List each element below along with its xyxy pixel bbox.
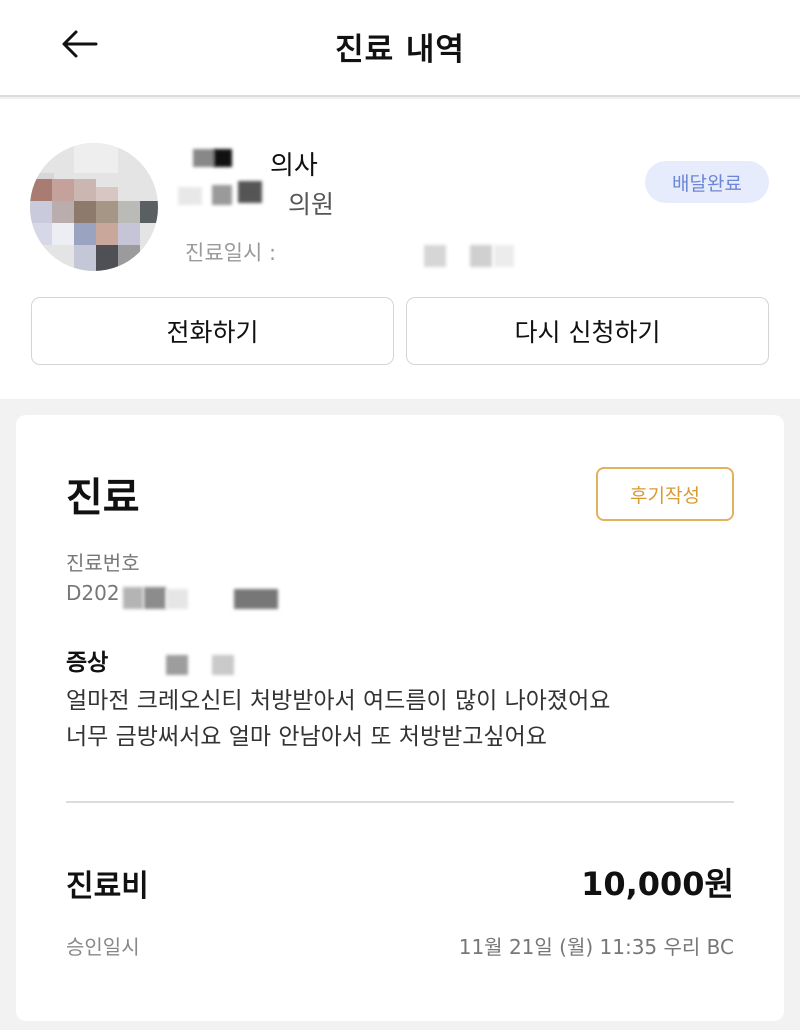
consultation-title: 진료 [66, 475, 140, 521]
redacted-doctor-name [214, 149, 232, 167]
redacted-clinic-name [238, 181, 262, 203]
consultation-card: 진료 후기작성 진료번호 D202 증상 얼마전 크레오신티 처방받아서 여드름… [16, 415, 784, 1021]
doctor-avatar [30, 143, 158, 271]
redacted-date [470, 245, 492, 267]
symptom-label: 증상 [66, 650, 109, 676]
fee-amount: 10,000원 [581, 865, 734, 903]
fee-label: 진료비 [66, 869, 149, 904]
redacted-symptom [166, 655, 188, 675]
doctor-section: 의사 의원 진료일시 : 배달완료 전화하기 다시 신청하기 [0, 99, 800, 399]
redacted-date [424, 245, 446, 267]
status-badge: 배달완료 [645, 161, 769, 203]
redacted-clinic-name [212, 185, 232, 205]
redacted-doctor-name [193, 149, 215, 167]
divider [66, 801, 734, 803]
redacted-consult-number [166, 589, 188, 609]
page-title: 진료 내역 [335, 32, 465, 68]
approval-label: 승인일시 [66, 935, 140, 959]
consult-number-value: D202 [66, 581, 120, 605]
redacted-date [494, 245, 514, 267]
redacted-consult-number [234, 589, 278, 609]
symptom-text-line: 너무 금방써서요 얼마 안남아서 또 처방받고싶어요 [66, 724, 547, 750]
write-review-button[interactable]: 후기작성 [596, 467, 734, 521]
redacted-symptom [212, 655, 234, 675]
doctor-title: 의사 [270, 151, 318, 181]
reapply-button[interactable]: 다시 신청하기 [406, 297, 769, 365]
redacted-consult-number [144, 587, 166, 609]
clinic-name: 의원 [288, 190, 335, 219]
call-button[interactable]: 전화하기 [31, 297, 394, 365]
consult-number-label: 진료번호 [66, 551, 140, 575]
redacted-consult-number [123, 587, 143, 609]
symptom-text-line: 얼마전 크레오신티 처방받아서 여드름이 많이 나아졌어요 [66, 688, 611, 714]
consult-date-label: 진료일시 : [185, 241, 277, 265]
top-app-bar: 진료 내역 [0, 0, 800, 97]
approval-value: 11월 21일 (월) 11:35 우리 BC [458, 935, 734, 959]
redacted-clinic-name [178, 187, 202, 205]
